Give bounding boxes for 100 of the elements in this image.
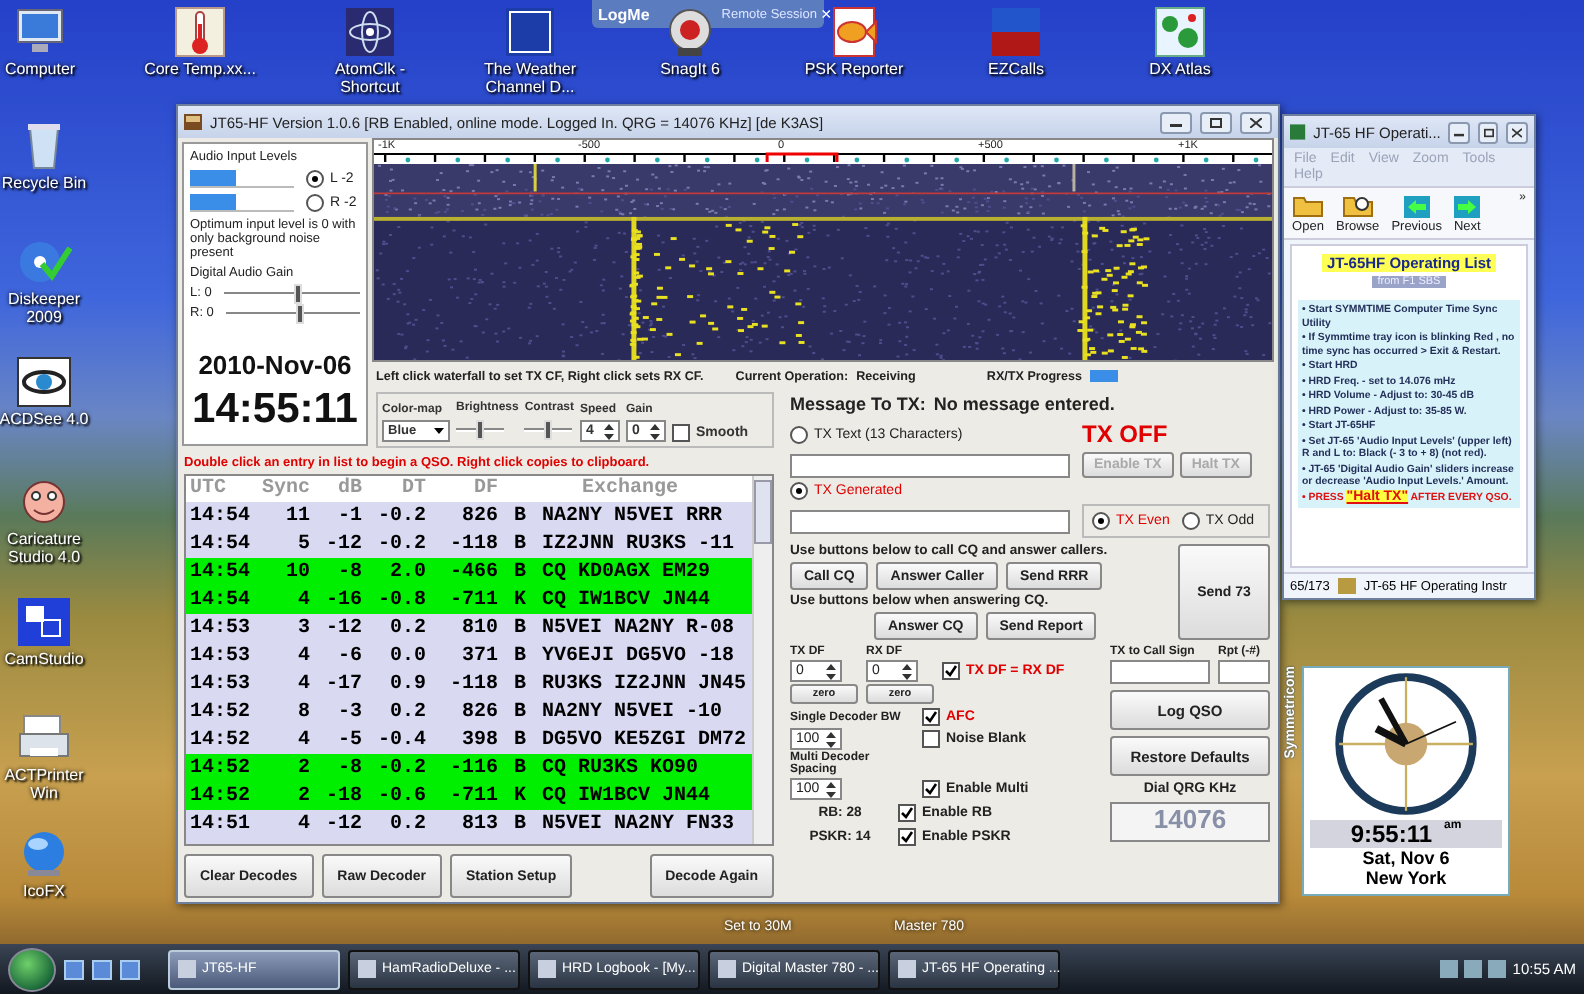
close-button[interactable]: × xyxy=(820,4,832,24)
desktop-icon-label: Diskeeper 2009 xyxy=(5,290,82,326)
table-cell-text: -17 xyxy=(323,673,362,695)
decode-row[interactable]: 14:54 4 -16 -0.8 -711 K CQ IW1BCV JN44 xyxy=(186,586,752,614)
start-button[interactable] xyxy=(8,947,56,991)
decode-row[interactable]: 14:52 4 -5 -0.4 398 B DG5VO KE5ZGI DM72 xyxy=(186,726,752,754)
table-cell-text: 14:53 xyxy=(190,645,253,667)
checkbox[interactable] xyxy=(672,424,691,442)
table-cell-text: RU3KS IZ2JNN JN45 xyxy=(542,673,749,695)
close-button[interactable] xyxy=(1506,121,1529,143)
table-cell-text: B xyxy=(511,813,528,835)
checkbox[interactable] xyxy=(942,662,960,680)
table-cell-text: CQ RU3KS KO90 xyxy=(542,757,701,779)
decode-row[interactable]: 14:51 4 -12 0.2 813 B N5VEI NA2NY FN33 xyxy=(186,810,752,838)
desktop-icon-label: Computer xyxy=(4,60,76,78)
tx-text-field[interactable] xyxy=(790,453,1070,477)
table-cell-text: K xyxy=(511,589,528,611)
call-sign-field[interactable] xyxy=(1110,660,1210,684)
checkbox[interactable] xyxy=(898,804,916,822)
table-cell-text: -18 xyxy=(323,785,362,807)
decode-row[interactable]: 14:52 2 -18 -0.6 -711 K CQ IW1BCV JN44 xyxy=(186,782,752,810)
radio-button[interactable] xyxy=(790,425,808,443)
radio-button[interactable] xyxy=(306,170,324,188)
table-cell-text: NA2NY N5VEI RRR xyxy=(542,505,725,527)
decode-row[interactable]: 14:54 11 -1 -0.2 826 B NA2NY N5VEI RRR xyxy=(186,502,752,530)
slider-thumb[interactable] xyxy=(476,420,484,440)
table-cell-text: B xyxy=(511,701,528,723)
table-cell-text: 14:52 xyxy=(190,729,253,751)
table-cell-text: 14:54 xyxy=(190,589,253,611)
minimize-button[interactable] xyxy=(1160,111,1192,133)
desktop-icon-label: Caricature Studio 4.0 xyxy=(5,530,83,566)
table-cell-text: -8 xyxy=(335,561,362,583)
table-cell-text: YV6EJI DG5VO -18 xyxy=(542,645,737,667)
report-field[interactable] xyxy=(1218,660,1270,684)
table-cell-text: B xyxy=(511,757,528,779)
waterfall-display[interactable] xyxy=(374,164,1272,360)
table-cell-text: -0.2 xyxy=(375,757,426,779)
atom-icon[interactable] xyxy=(342,6,398,58)
table-cell-text: -16 xyxy=(323,589,362,611)
tile-icon[interactable] xyxy=(502,6,558,58)
desktop-icon-label: The Weather Channel D... xyxy=(481,60,579,96)
slider-thumb[interactable] xyxy=(294,283,303,303)
table-cell-text: 14:53 xyxy=(190,673,253,695)
maximize-button[interactable] xyxy=(1200,111,1232,133)
dropdown-caret-icon xyxy=(434,428,444,434)
spinner-arrows-icon xyxy=(602,421,617,441)
spinner-arrows-icon xyxy=(824,779,838,799)
eye-icon[interactable] xyxy=(16,356,72,408)
minimize-button[interactable] xyxy=(1448,121,1470,143)
desktop-icon-label: ACTPrinter Win xyxy=(2,766,86,802)
table-cell-text: K xyxy=(511,785,528,807)
tile-icon[interactable] xyxy=(988,6,1044,58)
maximize-button[interactable] xyxy=(1477,121,1499,143)
table-cell-text: 4 xyxy=(295,729,310,751)
decode-row[interactable]: 14:53 3 -12 0.2 810 B N5VEI NA2NY R-08 xyxy=(186,614,752,642)
table-cell-text: -12 xyxy=(323,813,362,835)
radio-button[interactable] xyxy=(306,194,324,212)
checkbox[interactable] xyxy=(922,780,940,798)
table-cell-text: B xyxy=(511,673,528,695)
radio-button[interactable] xyxy=(790,482,808,500)
table-cell-text: 5 xyxy=(295,533,310,555)
decode-row[interactable]: 14:53 4 -17 0.9 -118 B RU3KS IZ2JNN JN45 xyxy=(186,670,752,698)
thermometer-icon[interactable] xyxy=(172,6,228,58)
table-cell-text: 2.0 xyxy=(387,561,426,583)
decode-row[interactable]: 14:54 5 -12 -0.2 -118 B IZ2JNN RU3KS -11 xyxy=(186,530,752,558)
table-cell-text: 2 xyxy=(295,757,310,779)
window-icon[interactable] xyxy=(16,596,72,648)
radio-button[interactable] xyxy=(1181,512,1200,530)
monitor-icon[interactable] xyxy=(12,6,68,58)
decode-row[interactable]: 14:52 8 -3 0.2 826 B NA2NY N5VEI -10 xyxy=(186,698,752,726)
table-cell-text: 11 xyxy=(283,505,310,527)
table-cell-text: -0.6 xyxy=(375,785,426,807)
close-button[interactable] xyxy=(1240,111,1272,133)
table-cell-text: -0.2 xyxy=(375,533,426,555)
clock-date: Sat, Nov 6 xyxy=(1362,848,1450,868)
tx-generated-field[interactable] xyxy=(790,509,1070,533)
decode-row[interactable]: 14:52 2 -8 -0.2 -116 B CQ RU3KS KO90 xyxy=(186,754,752,782)
column-header: Exchange xyxy=(580,478,681,500)
checkbox[interactable] xyxy=(922,730,940,748)
table-cell-text: 0.2 xyxy=(387,617,426,639)
table-cell-text: B xyxy=(511,561,528,583)
desktop-icon-label: Core Temp.xx... xyxy=(144,60,256,78)
maximize-icon xyxy=(1483,127,1494,137)
slider-thumb[interactable] xyxy=(295,303,304,323)
checkbox[interactable] xyxy=(922,708,940,726)
map-icon[interactable] xyxy=(1152,6,1208,58)
decode-row[interactable]: 14:54 10 -8 2.0 -466 B CQ KD0AGX EM29 xyxy=(186,558,752,586)
desktop-icon-label: EZCalls xyxy=(987,60,1044,78)
disc-icon[interactable] xyxy=(16,236,72,288)
decode-row[interactable]: 14:53 4 -6 0.0 371 B YV6EJI DG5VO -18 xyxy=(186,642,752,670)
table-cell-text: 3 xyxy=(295,617,310,639)
message-text: No message entered. xyxy=(933,394,1115,414)
radio-button[interactable] xyxy=(1092,512,1110,530)
slider-thumb[interactable] xyxy=(544,420,553,440)
desktop-icon-label: Recycle Bin xyxy=(1,174,87,192)
table-cell-text: 813 xyxy=(459,813,498,835)
table-cell-text: 10 xyxy=(283,561,310,583)
scrollbar[interactable] xyxy=(752,476,772,844)
table-cell-text: 14:53 xyxy=(190,617,253,639)
checkbox[interactable] xyxy=(898,828,916,846)
